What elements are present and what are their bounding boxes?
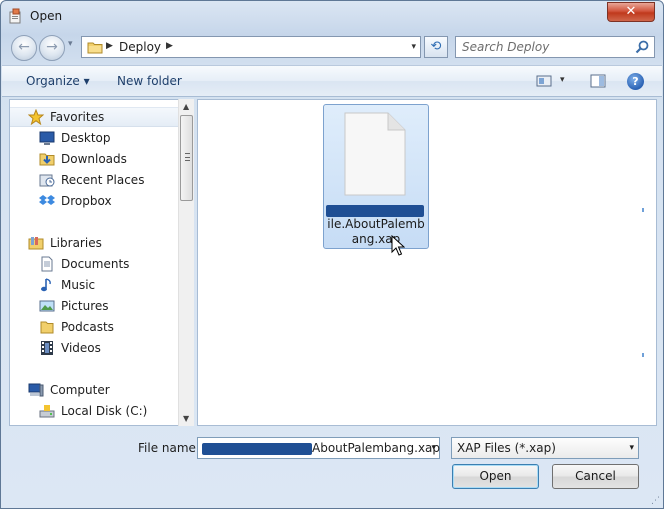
sidebar-item-videos[interactable]: Videos — [39, 338, 101, 358]
close-icon: ✕ — [625, 4, 637, 19]
sidebar-item-label: Libraries — [50, 236, 102, 250]
forward-arrow-icon: → — [46, 39, 58, 55]
breadcrumb-separator-icon[interactable]: ▶ — [166, 41, 173, 51]
open-dialog: Open ✕ ← → ▾ ▶ Deploy ▶ ▾ ⟲ Organize ▾ N… — [0, 0, 664, 509]
preview-pane-icon[interactable] — [590, 74, 606, 88]
pictures-icon — [39, 300, 55, 312]
recent-places-icon — [39, 174, 55, 187]
scroll-down-icon[interactable]: ▼ — [183, 414, 189, 423]
new-folder-button[interactable]: New folder — [117, 74, 182, 88]
generic-file-icon — [344, 112, 406, 196]
mouse-pointer-icon — [391, 235, 405, 256]
sidebar-item-label: Videos — [61, 341, 101, 355]
sidebar-item-label: Desktop — [61, 131, 111, 145]
sidebar-item-label: Pictures — [61, 299, 109, 313]
local-disk-icon — [39, 405, 55, 418]
forward-button[interactable]: → — [39, 35, 65, 61]
recent-locations-dropdown[interactable]: ▾ — [68, 39, 73, 49]
file-item[interactable]: ile.AboutPalembang.xap — [323, 104, 429, 249]
podcasts-icon — [40, 321, 54, 334]
title-bar: Open ✕ — [1, 1, 663, 31]
file-type-dropdown-icon[interactable]: ▾ — [629, 443, 634, 453]
sidebar-item-label: Dropbox — [61, 194, 112, 208]
change-view-icon[interactable] — [536, 74, 552, 88]
scroll-thumb[interactable] — [180, 115, 193, 201]
back-arrow-icon: ← — [18, 39, 30, 55]
sidebar-item-label: Music — [61, 278, 96, 292]
sidebar-item-favorites[interactable]: Favorites — [10, 107, 178, 127]
sidebar-item-local-disk[interactable]: Local Disk (C:) — [39, 401, 147, 421]
dropbox-icon — [39, 195, 55, 205]
edge-marker — [642, 208, 644, 212]
open-dialog-icon — [9, 8, 21, 24]
window-title: Open — [30, 9, 63, 23]
edge-marker — [642, 353, 644, 357]
redaction-bar — [202, 443, 312, 455]
file-name-label: ile.AboutPalembang.xap — [327, 217, 425, 246]
help-icon[interactable]: ? — [627, 73, 644, 90]
sidebar-item-label: Downloads — [61, 152, 127, 166]
breadcrumb-deploy[interactable]: Deploy — [119, 40, 161, 54]
resize-grip-icon[interactable]: ⋰ — [651, 496, 660, 506]
file-type-select[interactable]: XAP Files (*.xap) ▾ — [451, 437, 639, 459]
sidebar-item-libraries[interactable]: Libraries — [28, 233, 102, 253]
file-name-caption: File name: — [138, 441, 200, 455]
desktop-icon — [39, 131, 55, 145]
sidebar-item-label: Favorites — [50, 110, 105, 124]
refresh-button[interactable]: ⟲ — [424, 36, 448, 58]
sidebar-item-dropbox[interactable]: Dropbox — [39, 191, 112, 211]
sidebar-item-label: Documents — [61, 257, 130, 271]
organize-button[interactable]: Organize ▾ — [26, 74, 90, 88]
breadcrumb-separator-icon[interactable]: ▶ — [106, 41, 113, 51]
address-dropdown-icon[interactable]: ▾ — [411, 42, 416, 52]
sidebar-item-downloads[interactable]: Downloads — [39, 149, 127, 169]
help-label: ? — [632, 75, 639, 88]
file-name-field[interactable]: AboutPalembang.xap ▾ — [197, 437, 440, 459]
file-name-dropdown-icon[interactable]: ▾ — [431, 443, 436, 453]
sidebar-item-desktop[interactable]: Desktop — [39, 128, 111, 148]
open-button[interactable]: Open — [452, 464, 539, 489]
sidebar-item-label: Podcasts — [61, 320, 114, 334]
close-button[interactable]: ✕ — [607, 2, 655, 22]
sidebar-item-music[interactable]: Music — [39, 275, 95, 295]
scroll-grip-icon — [185, 153, 190, 161]
search-input[interactable] — [462, 39, 632, 55]
sidebar-item-recent-places[interactable]: Recent Places — [39, 170, 144, 190]
folder-icon — [87, 42, 103, 54]
redaction-bar — [326, 205, 424, 217]
downloads-icon — [39, 153, 55, 166]
videos-icon — [41, 341, 53, 355]
sidebar-item-documents[interactable]: Documents — [39, 254, 129, 274]
sidebar-item-label: Recent Places — [61, 173, 145, 187]
sidebar-item-computer[interactable]: Computer — [28, 380, 110, 400]
scroll-up-icon[interactable]: ▲ — [183, 102, 189, 111]
address-bar[interactable]: ▶ Deploy ▶ ▾ — [81, 36, 421, 58]
libraries-icon — [28, 237, 44, 250]
file-list[interactable]: ile.AboutPalembang.xap — [197, 99, 657, 426]
sidebar-item-label: Computer — [50, 383, 110, 397]
search-icon[interactable] — [634, 39, 650, 55]
navigation-pane: Favorites Desktop Downloads Recent Place… — [9, 99, 194, 426]
file-type-value: XAP Files (*.xap) — [457, 441, 556, 455]
back-button[interactable]: ← — [11, 35, 37, 61]
cancel-button[interactable]: Cancel — [552, 464, 639, 489]
documents-icon — [41, 256, 53, 272]
sidebar-item-pictures[interactable]: Pictures — [39, 296, 109, 316]
star-icon — [28, 109, 44, 125]
refresh-icon: ⟲ — [430, 39, 442, 54]
navigation-scrollbar[interactable]: ▲ ▼ — [178, 99, 194, 426]
search-box[interactable] — [455, 36, 655, 58]
view-dropdown-icon[interactable]: ▾ — [560, 75, 565, 85]
command-bar: Organize ▾ New folder ▾ ? — [2, 65, 662, 97]
computer-icon — [28, 383, 44, 397]
sidebar-item-label: Local Disk (C:) — [61, 404, 148, 418]
music-icon — [41, 278, 51, 292]
sidebar-item-podcasts[interactable]: Podcasts — [39, 317, 114, 337]
file-name-value[interactable]: AboutPalembang.xap — [312, 441, 440, 455]
